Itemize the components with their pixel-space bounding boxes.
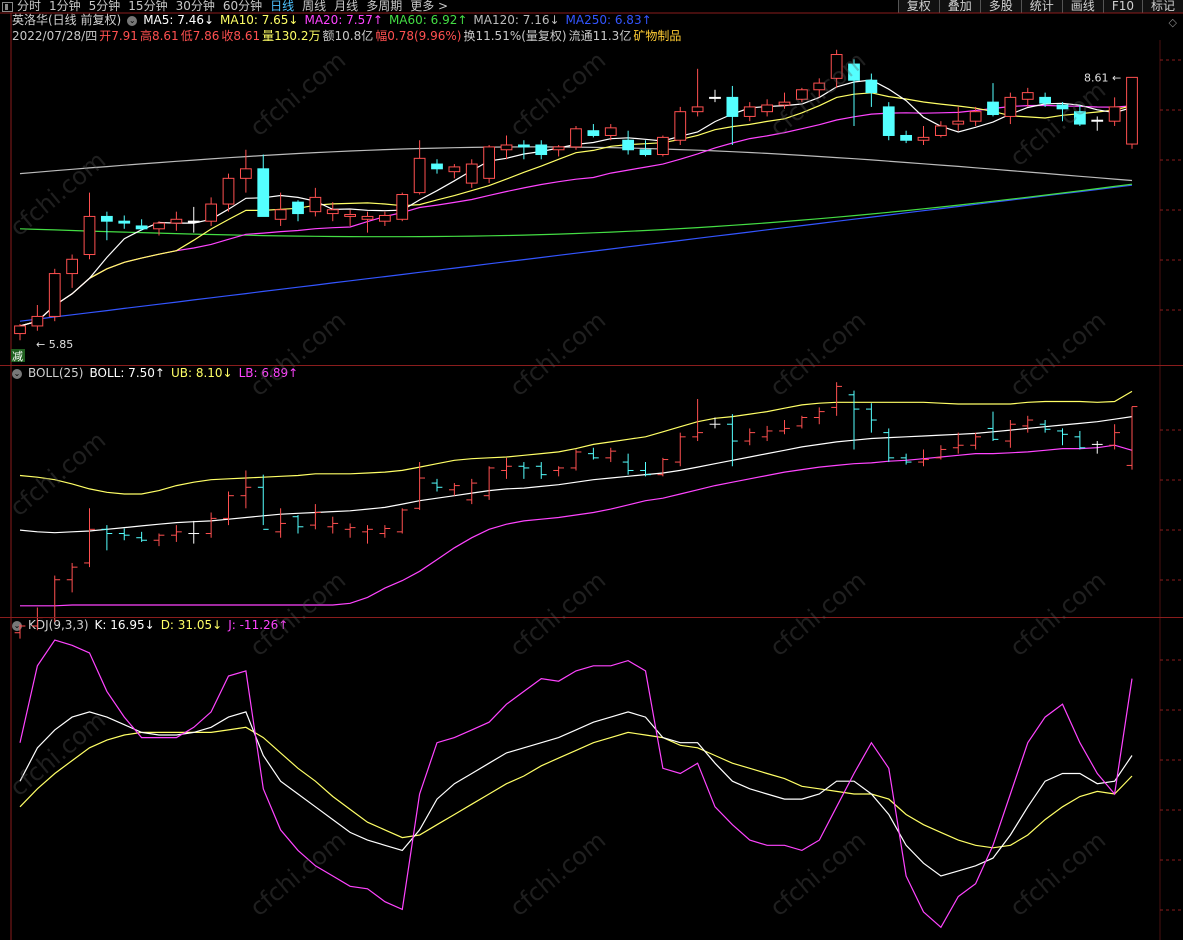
candle-body	[378, 214, 391, 222]
high-price-label: 8.61 ←	[1084, 71, 1121, 84]
candle-body	[274, 209, 287, 220]
candle-body	[1056, 104, 1069, 110]
candle-body	[1108, 106, 1121, 122]
candle-body	[326, 209, 339, 215]
candle-body	[465, 163, 478, 184]
candle-body	[1021, 92, 1034, 100]
candle-body	[66, 258, 79, 275]
candle-body	[83, 215, 96, 256]
candle-body	[604, 127, 617, 136]
ma120-line	[19, 146, 1133, 182]
candle-body	[778, 101, 791, 106]
low-price-label: ← 5.85	[36, 338, 73, 351]
candle-body	[987, 101, 999, 116]
candle-body	[691, 106, 704, 113]
pane-divider[interactable]	[0, 365, 1183, 366]
candle-body	[865, 79, 878, 94]
candle-body	[431, 163, 443, 170]
candle-body	[900, 134, 913, 141]
candle-body	[222, 177, 235, 205]
ma60-line	[19, 183, 1133, 238]
candle-body	[743, 106, 756, 117]
candle-body	[570, 128, 582, 148]
candle-body	[118, 220, 131, 224]
candle-body	[1039, 96, 1052, 104]
candle-body	[622, 139, 635, 151]
candle-body	[639, 149, 652, 156]
candle-body	[969, 111, 982, 122]
candle-body	[448, 166, 461, 173]
reduce-tag: 减	[12, 350, 23, 363]
boll-ub-line	[19, 390, 1133, 495]
kdj-j-line	[19, 639, 1133, 929]
candle-body	[1091, 119, 1104, 122]
candle-body	[848, 63, 860, 81]
candle-body	[952, 120, 965, 125]
candle-body	[205, 203, 218, 222]
candle-body	[153, 222, 165, 230]
candle-body	[100, 215, 113, 222]
candle-body	[413, 157, 426, 194]
ma5-line	[19, 79, 1133, 327]
candle-body	[517, 144, 530, 148]
stock-chart[interactable]: 8.61 ← ← 5.85 减	[0, 0, 1183, 940]
candle-body	[187, 220, 200, 223]
candle-body	[934, 125, 947, 136]
candle-body	[292, 201, 304, 215]
candle-body	[483, 146, 496, 179]
candle-body	[726, 96, 739, 117]
candle-body	[813, 82, 826, 91]
candle-body	[587, 130, 600, 136]
candle-body	[361, 215, 374, 220]
candle-body	[500, 144, 513, 151]
candle-body	[170, 218, 183, 224]
candle-body	[882, 106, 895, 136]
candle-body	[257, 168, 270, 217]
candle-body	[552, 146, 565, 151]
candle-body	[31, 315, 44, 327]
candle-body	[48, 273, 61, 317]
candle-body	[709, 96, 721, 99]
candle-body	[674, 111, 687, 141]
candle-body	[656, 136, 669, 156]
ma250-line	[19, 184, 1133, 322]
candle-body	[1126, 76, 1138, 145]
candle-body	[344, 214, 357, 217]
candle-body	[1004, 96, 1017, 117]
candle-body	[396, 194, 409, 220]
kdj-d-line	[19, 726, 1133, 849]
candle-body	[239, 168, 252, 179]
kdj-k-line	[19, 711, 1133, 877]
candle-body	[795, 89, 808, 100]
candle-body	[309, 196, 322, 213]
candle-body	[535, 144, 548, 156]
candle-body	[1073, 111, 1086, 125]
candle-body	[917, 136, 930, 141]
candle-body	[135, 225, 148, 230]
candle-body	[761, 104, 774, 113]
candle-body	[830, 54, 843, 79]
candle-body	[14, 325, 26, 335]
pane-divider[interactable]	[0, 617, 1183, 618]
